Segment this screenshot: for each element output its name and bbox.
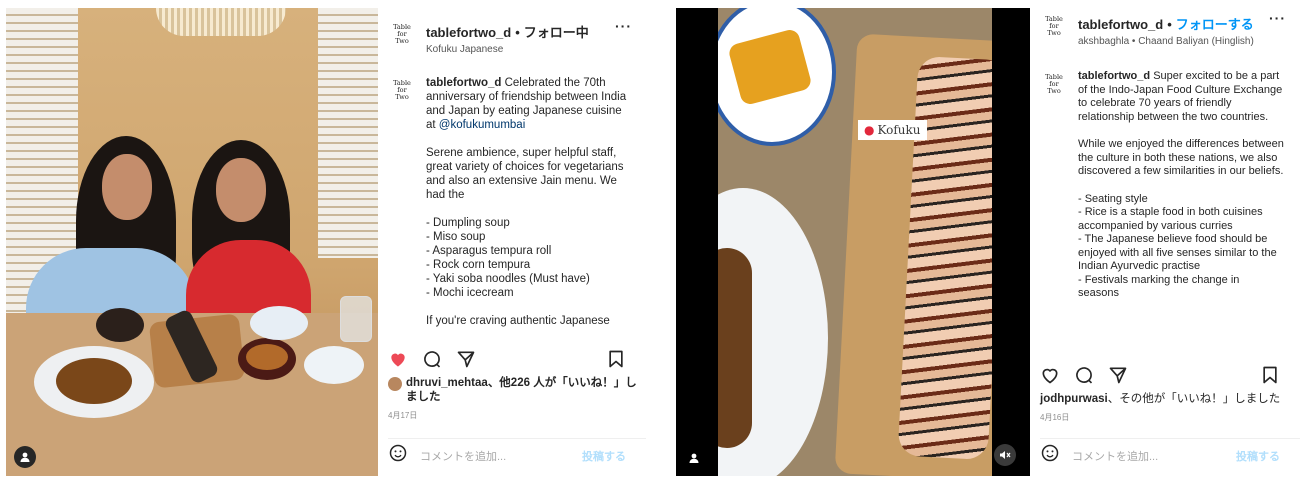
list-item: seasons	[1078, 287, 1119, 299]
account-avatar[interactable]: Table for Two	[1040, 14, 1068, 42]
food-photo: ● Kofuku	[718, 8, 992, 476]
caption-username[interactable]: tablefortwo_d	[426, 77, 501, 89]
heart-icon[interactable]	[1040, 365, 1060, 385]
bookmark-icon[interactable]	[606, 349, 626, 369]
list-item: - The Japanese believe food should be en…	[1078, 233, 1277, 272]
location-pin-icon: ●	[864, 123, 875, 137]
audio-link[interactable]: akshbaghla • Chaand Baliyan (Hinglish)	[1078, 36, 1269, 47]
post-date[interactable]: 4月17日	[388, 410, 646, 421]
account-avatar[interactable]: Table for Two	[388, 78, 416, 106]
tagged-users-icon[interactable]	[14, 446, 36, 468]
list-item: - Rice is a staple food in both cuisines…	[1078, 206, 1263, 232]
caption-paragraph: Serene ambience, super helpful staff, gr…	[426, 147, 624, 201]
emoji-icon[interactable]	[1040, 443, 1060, 468]
account-avatar[interactable]: Table for Two	[388, 22, 416, 50]
share-icon[interactable]	[1108, 365, 1128, 385]
caption-username[interactable]: tablefortwo_d	[1078, 70, 1150, 82]
comment-icon[interactable]	[422, 349, 442, 369]
comment-bar: コメントを追加... 投稿する	[388, 438, 646, 472]
post-comment-button[interactable]: 投稿する	[582, 448, 626, 464]
likes-count[interactable]: 、その他が「いいね！」しました	[1108, 393, 1281, 405]
list-item: - Seating style	[1078, 192, 1148, 205]
share-icon[interactable]	[456, 349, 476, 369]
post-card: ● Kofuku Table for Two tablefortwo_d • フォローす…	[676, 8, 1300, 476]
post-comment-button[interactable]: 投稿する	[1236, 448, 1280, 464]
heart-icon[interactable]	[388, 349, 408, 369]
liker-username[interactable]: dhruvi_mehtaa	[406, 377, 488, 389]
post-header: Table for Two tablefortwo_d • フォロー中 Kofuku J…	[388, 8, 646, 60]
tagged-users-icon[interactable]	[684, 448, 704, 468]
caption: Table for Two tablefortwo_d Celebrated the…	[388, 76, 646, 336]
menu-item: - Dumpling soup	[426, 217, 510, 229]
liker-avatar[interactable]	[388, 377, 402, 391]
menu-item: - Rock corn tempura	[426, 259, 531, 271]
post-photo[interactable]	[6, 8, 378, 476]
post-header: Table for Two tablefortwo_d • フォローする akshbag…	[1040, 8, 1300, 60]
comment-icon[interactable]	[1074, 365, 1094, 385]
post-date[interactable]: 4月16日	[1040, 412, 1300, 423]
follow-button[interactable]: フォローする	[1176, 17, 1254, 32]
comment-bar: コメントを追加... 投稿する	[1040, 438, 1300, 472]
location-sticker[interactable]: ● Kofuku	[858, 120, 927, 140]
action-bar	[1040, 358, 1300, 392]
mute-icon[interactable]	[994, 444, 1016, 466]
menu-item: - Asparagus tempura roll	[426, 245, 552, 257]
list-item: - Festivals marking the change in	[1078, 273, 1240, 286]
caption: Table for Two tablefortwo_d Super excited …	[1040, 70, 1300, 358]
more-horizontal-icon[interactable]: ···	[1269, 10, 1286, 26]
likes-summary: jodhpurwasi、その他が「いいね！」しました	[1040, 392, 1300, 406]
comment-input[interactable]: コメントを追加...	[420, 448, 582, 464]
username-link[interactable]: tablefortwo_d	[1078, 17, 1163, 32]
mention-link[interactable]: @kofukumumbai	[439, 119, 525, 131]
location-link[interactable]: Kofuku Japanese	[426, 44, 615, 55]
menu-item: - Miso soup	[426, 231, 486, 243]
caption-paragraph: If you're craving authentic Japanese	[426, 315, 610, 327]
comment-input[interactable]: コメントを追加...	[1072, 448, 1236, 464]
action-bar	[388, 342, 646, 376]
following-button[interactable]: フォロー中	[524, 25, 589, 40]
caption-paragraph: While we enjoyed the differences between…	[1078, 138, 1284, 177]
post-card: Table for Two tablefortwo_d • フォロー中 Kofuku J…	[6, 8, 646, 476]
menu-item: - Yaki soba noodles (Must have)	[426, 273, 590, 285]
liker-username[interactable]: jodhpurwasi	[1040, 393, 1108, 405]
account-avatar[interactable]: Table for Two	[1040, 72, 1068, 100]
post-photo[interactable]: ● Kofuku	[676, 8, 1030, 476]
bookmark-icon[interactable]	[1260, 365, 1280, 385]
post-side-panel: Table for Two tablefortwo_d • フォロー中 Kofuku J…	[378, 8, 646, 476]
restaurant-photo	[6, 8, 378, 476]
more-horizontal-icon[interactable]: ···	[615, 18, 632, 34]
emoji-icon[interactable]	[388, 443, 408, 468]
username-link[interactable]: tablefortwo_d	[426, 25, 511, 40]
menu-item: - Mochi icecream	[426, 287, 514, 299]
likes-summary: dhruvi_mehtaa、他226 人が「いいね！」しました	[388, 376, 646, 404]
post-side-panel: Table for Two tablefortwo_d • フォローする akshbag…	[1030, 8, 1300, 476]
